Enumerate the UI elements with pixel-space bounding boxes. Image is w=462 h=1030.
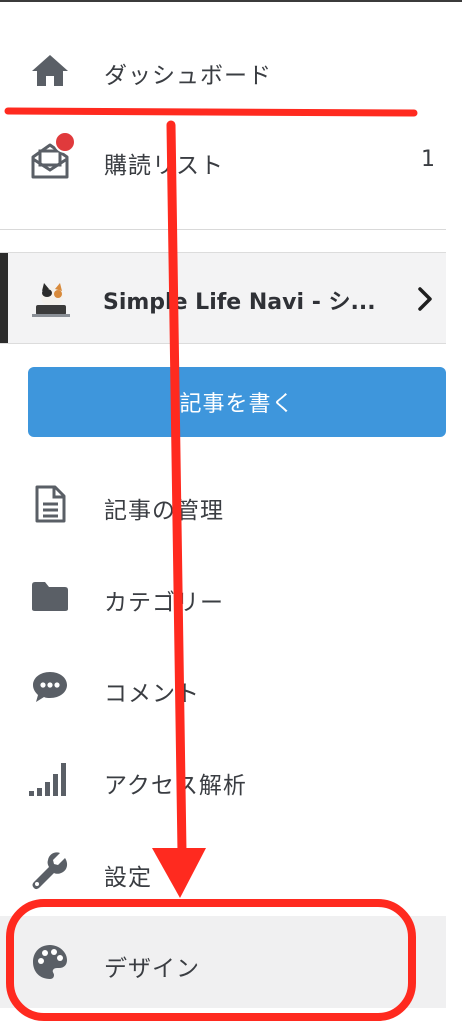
nav-item-comments[interactable]: コメント [0, 642, 462, 732]
nav-item-settings[interactable]: 設定 [0, 826, 462, 916]
blog-selector[interactable]: Simple Life Navi - シ... [0, 252, 446, 344]
wrench-icon [28, 849, 72, 893]
top-border [0, 0, 462, 2]
divider [0, 229, 446, 230]
notification-dot [54, 131, 76, 153]
document-icon [28, 482, 72, 526]
subscriptions-count: 1 [421, 147, 435, 172]
nav-item-design[interactable]: デザイン [0, 917, 462, 1007]
nav-label-categories: カテゴリー [104, 590, 224, 616]
home-icon [28, 48, 72, 92]
nav-label-design: デザイン [104, 956, 200, 982]
nav-item-manage-posts[interactable]: 記事の管理 [0, 459, 462, 549]
write-post-button[interactable]: 記事を書く [28, 367, 446, 437]
nav-item-subscriptions[interactable]: 購読リスト 1 [0, 115, 462, 205]
speech-bubble-icon [28, 665, 72, 709]
palette-icon [28, 940, 72, 984]
folder-icon [28, 574, 72, 618]
chevron-right-icon [414, 286, 436, 312]
nav-label-subscriptions: 購読リスト [104, 153, 224, 179]
nav-item-categories[interactable]: カテゴリー [0, 551, 462, 641]
nav-item-dashboard[interactable]: ダッシュボード [0, 25, 462, 115]
nav-item-analytics[interactable]: アクセス解析 [0, 734, 462, 824]
signal-bars-icon [28, 757, 72, 801]
active-indicator [0, 253, 8, 343]
nav-label-dashboard: ダッシュボード [104, 63, 272, 89]
nav-label-comments: コメント [104, 681, 200, 707]
nav-label-analytics: アクセス解析 [104, 773, 247, 799]
nav-label-settings: 設定 [104, 865, 152, 891]
nav-label-manage-posts: 記事の管理 [104, 498, 224, 524]
blog-avatar [28, 277, 74, 323]
blog-name: Simple Life Navi - シ... [103, 290, 376, 315]
